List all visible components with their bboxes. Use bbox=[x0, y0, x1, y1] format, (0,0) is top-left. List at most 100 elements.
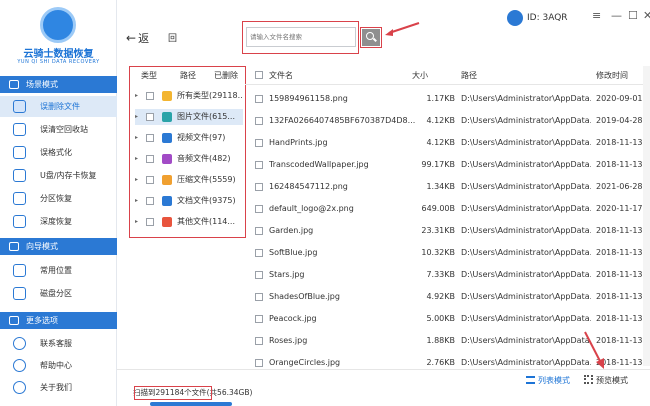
sidebar-item-disk-partition[interactable]: 磁盘分区 bbox=[0, 283, 117, 304]
table-row[interactable]: default_logo@2x.png 649.00B D:\Users\Admin… bbox=[245, 199, 650, 218]
cell-modified: 2021-06-28 bbox=[596, 182, 643, 191]
sidebar-item-deep-recovery[interactable]: 深度恢复 bbox=[0, 211, 117, 232]
section-wizard-mode[interactable]: 向导模式 bbox=[0, 238, 117, 255]
cell-size: 7.33KB bbox=[426, 270, 455, 279]
trash-file-icon bbox=[13, 100, 26, 113]
tab-type[interactable]: 类型 bbox=[141, 70, 157, 81]
row-checkbox[interactable] bbox=[255, 95, 263, 103]
row-checkbox[interactable] bbox=[255, 315, 263, 323]
list-mode-button[interactable]: 列表模式 bbox=[526, 375, 570, 386]
column-header-path[interactable]: 路径 bbox=[461, 70, 477, 81]
sidebar-item-recycle-bin[interactable]: 误清空回收站 bbox=[0, 119, 117, 140]
row-checkbox[interactable] bbox=[255, 227, 263, 235]
column-header-size[interactable]: 大小 bbox=[412, 70, 428, 81]
back-button[interactable]: ← 返 bbox=[126, 30, 149, 46]
sidebar-item-label: 误删除文件 bbox=[40, 102, 80, 111]
sidebar-item-about[interactable]: 关于我们 bbox=[0, 377, 117, 398]
table-row[interactable]: ShadesOfBlue.jpg 4.92KB D:\Users\Administr… bbox=[245, 287, 650, 306]
tree-checkbox[interactable] bbox=[146, 155, 154, 163]
tree-checkbox[interactable] bbox=[146, 134, 154, 142]
tree-item[interactable]: ▸ 音频文件(482) bbox=[135, 151, 243, 167]
sidebar-item-deleted-files[interactable]: 误删除文件 bbox=[0, 96, 117, 117]
table-row[interactable]: Garden.jpg 23.31KB D:\Users\Administrator\… bbox=[245, 221, 650, 240]
sidebar-item-help-center[interactable]: 帮助中心 bbox=[0, 355, 117, 376]
expand-arrow-icon[interactable]: ▸ bbox=[135, 193, 138, 209]
info-icon bbox=[13, 381, 26, 394]
tree-item-label: 文档文件(9375) bbox=[177, 196, 236, 205]
row-checkbox[interactable] bbox=[255, 139, 263, 147]
recover-button[interactable] bbox=[150, 402, 232, 406]
other-icon bbox=[162, 217, 172, 227]
cell-filename: default_logo@2x.png bbox=[269, 204, 354, 213]
row-checkbox[interactable] bbox=[255, 271, 263, 279]
maximize-icon[interactable]: ☐ bbox=[628, 9, 638, 22]
vertical-scrollbar[interactable] bbox=[643, 66, 650, 366]
tree-checkbox[interactable] bbox=[146, 92, 154, 100]
tree-item[interactable]: ▸ 图片文件(615... bbox=[135, 109, 243, 125]
sidebar-item-common-locations[interactable]: 常用位置 bbox=[0, 260, 117, 281]
tree-item[interactable]: ▸ 其他文件(114... bbox=[135, 214, 243, 230]
expand-arrow-icon[interactable]: ▸ bbox=[135, 130, 138, 146]
bottom-divider bbox=[117, 369, 650, 370]
tab-deleted[interactable]: 已删除 bbox=[214, 70, 238, 81]
column-header-modified[interactable]: 修改时间 bbox=[596, 70, 628, 81]
row-checkbox[interactable] bbox=[255, 117, 263, 125]
table-row[interactable]: SoftBlue.jpg 10.32KB D:\Users\Administrato… bbox=[245, 243, 650, 262]
tree-checkbox[interactable] bbox=[146, 113, 154, 121]
preview-mode-button[interactable]: 预览模式 bbox=[584, 375, 628, 386]
column-header-name[interactable]: 文件名 bbox=[269, 70, 293, 81]
sidebar-item-label: U盘/内存卡恢复 bbox=[40, 171, 97, 180]
table-row[interactable]: HandPrints.jpg 4.12KB D:\Users\Administrat… bbox=[245, 133, 650, 152]
sidebar-item-format[interactable]: 误格式化 bbox=[0, 142, 117, 163]
cell-size: 1.34KB bbox=[426, 182, 455, 191]
tree-item-label: 视频文件(97) bbox=[177, 133, 226, 142]
table-row[interactable]: Stars.jpg 7.33KB D:\Users\Administrator\Ap… bbox=[245, 265, 650, 284]
logo-title: 云骑士数据恢复 bbox=[23, 49, 94, 60]
tree-checkbox[interactable] bbox=[146, 197, 154, 205]
sidebar-item-partition[interactable]: 分区恢复 bbox=[0, 188, 117, 209]
sidebar-item-contact-support[interactable]: 联系客服 bbox=[0, 333, 117, 354]
expand-arrow-icon[interactable]: ▸ bbox=[135, 88, 138, 104]
close-icon[interactable]: ✕ bbox=[643, 9, 650, 22]
cell-path: D:\Users\Administrator\AppData... bbox=[461, 292, 591, 301]
user-id[interactable]: ID: 3AQR bbox=[507, 10, 568, 26]
sidebar-item-label: 关于我们 bbox=[40, 383, 72, 392]
row-checkbox[interactable] bbox=[255, 337, 263, 345]
section-scene-mode[interactable]: 场景模式 bbox=[0, 76, 117, 93]
section-more-options[interactable]: 更多选项 bbox=[0, 312, 117, 329]
table-row[interactable]: TranscodedWallpaper.jpg 99.17KB D:\Users\A… bbox=[245, 155, 650, 174]
tree-checkbox[interactable] bbox=[146, 176, 154, 184]
row-checkbox[interactable] bbox=[255, 293, 263, 301]
scene-mode-icon bbox=[9, 80, 19, 89]
table-row[interactable]: Peacock.jpg 5.00KB D:\Users\Administrator\… bbox=[245, 309, 650, 328]
expand-arrow-icon[interactable]: ▸ bbox=[135, 172, 138, 188]
row-checkbox[interactable] bbox=[255, 359, 263, 367]
row-checkbox[interactable] bbox=[255, 183, 263, 191]
refresh-button[interactable]: 回 bbox=[168, 31, 177, 44]
tree-item[interactable]: ▸ 压缩文件(5559) bbox=[135, 172, 243, 188]
cell-modified: 2019-04-28 bbox=[596, 116, 643, 125]
tree-item[interactable]: ▸ 所有类型(29118... bbox=[135, 88, 243, 104]
expand-arrow-icon[interactable]: ▸ bbox=[135, 109, 138, 125]
search-button[interactable] bbox=[362, 29, 380, 46]
table-row[interactable]: 162484547112.png 1.34KB D:\Users\Administr… bbox=[245, 177, 650, 196]
row-checkbox[interactable] bbox=[255, 205, 263, 213]
app-window: 云骑士数据恢复 YUN QI SHI DATA RECOVERY 场景模式 误删… bbox=[0, 0, 650, 406]
expand-arrow-icon[interactable]: ▸ bbox=[135, 214, 138, 230]
cell-path: D:\Users\Administrator\AppData... bbox=[461, 116, 591, 125]
row-checkbox[interactable] bbox=[255, 161, 263, 169]
tree-checkbox[interactable] bbox=[146, 218, 154, 226]
expand-arrow-icon[interactable]: ▸ bbox=[135, 151, 138, 167]
table-row[interactable]: 159894961158.png 1.17KB D:\Users\Administr… bbox=[245, 89, 650, 108]
select-all-checkbox[interactable] bbox=[255, 71, 263, 79]
menu-icon[interactable]: ≡ bbox=[592, 9, 601, 22]
tree-item[interactable]: ▸ 文档文件(9375) bbox=[135, 193, 243, 209]
tree-item[interactable]: ▸ 视频文件(97) bbox=[135, 130, 243, 146]
row-checkbox[interactable] bbox=[255, 249, 263, 257]
table-row[interactable]: 132FA0266407485BF670387D4D8... 4.12KB D:\U… bbox=[245, 111, 650, 130]
minimize-icon[interactable]: — bbox=[611, 9, 622, 22]
sidebar-item-usb-card[interactable]: U盘/内存卡恢复 bbox=[0, 165, 117, 186]
tab-path[interactable]: 路径 bbox=[180, 70, 196, 81]
file-table-header bbox=[245, 66, 650, 85]
search-input[interactable] bbox=[246, 27, 356, 47]
